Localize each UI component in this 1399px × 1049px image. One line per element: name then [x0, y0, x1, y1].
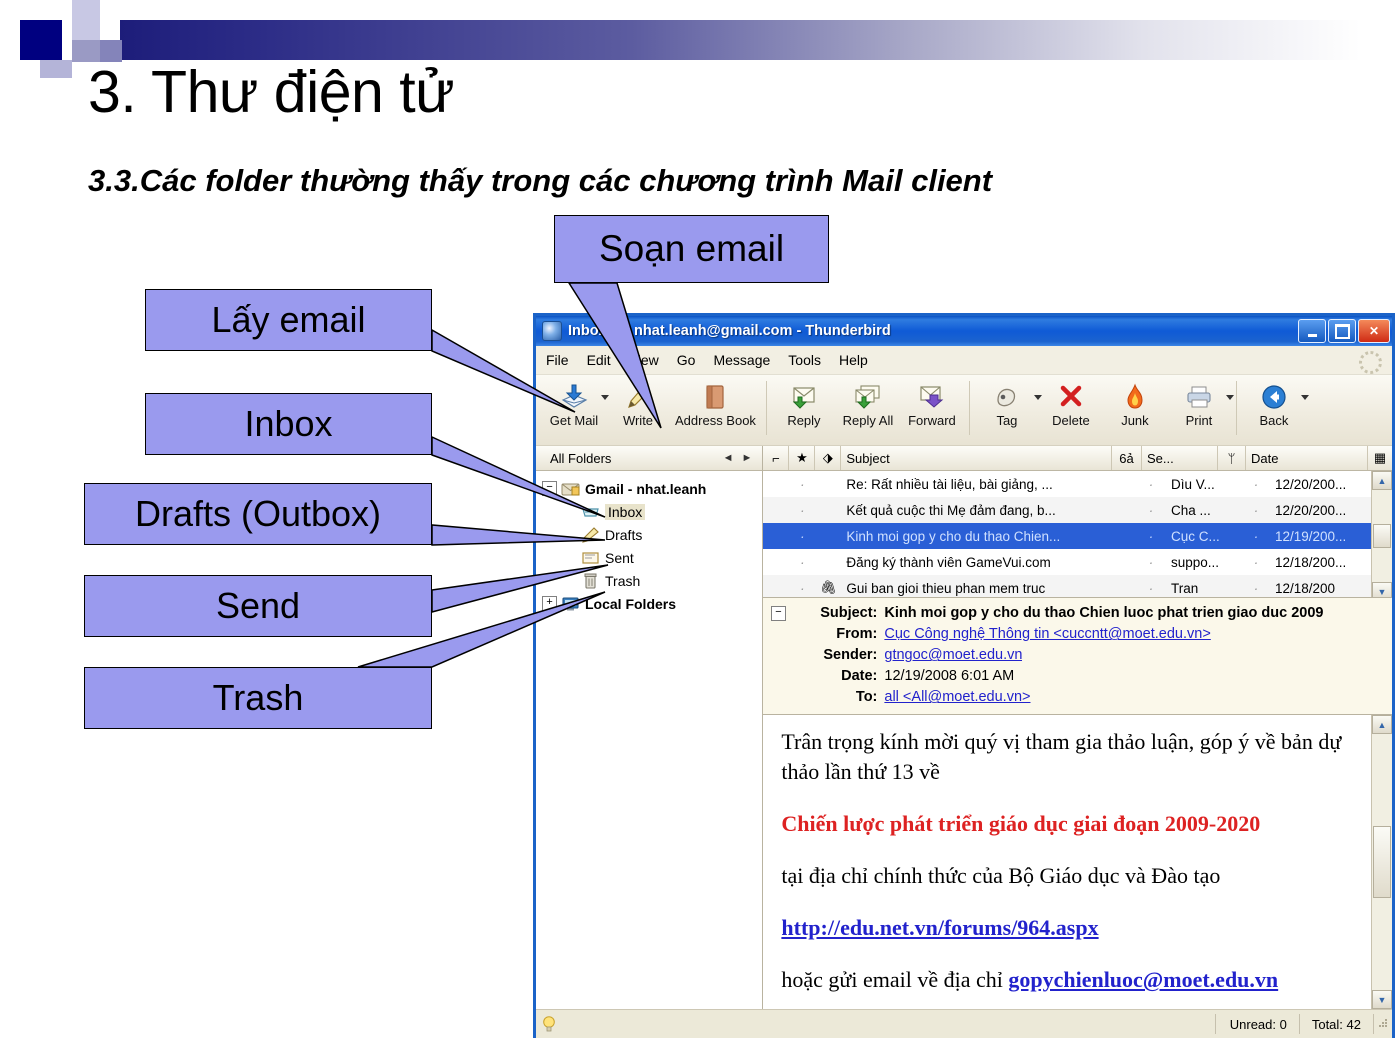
callout-compose: Soạn email — [554, 215, 829, 283]
callout-drafts: Drafts (Outbox) — [84, 483, 432, 545]
callout-send: Send — [84, 575, 432, 637]
callout-trash: Trash — [84, 667, 432, 729]
callout-inbox: Inbox — [145, 393, 432, 455]
callout-get-mail: Lấy email — [145, 289, 432, 351]
